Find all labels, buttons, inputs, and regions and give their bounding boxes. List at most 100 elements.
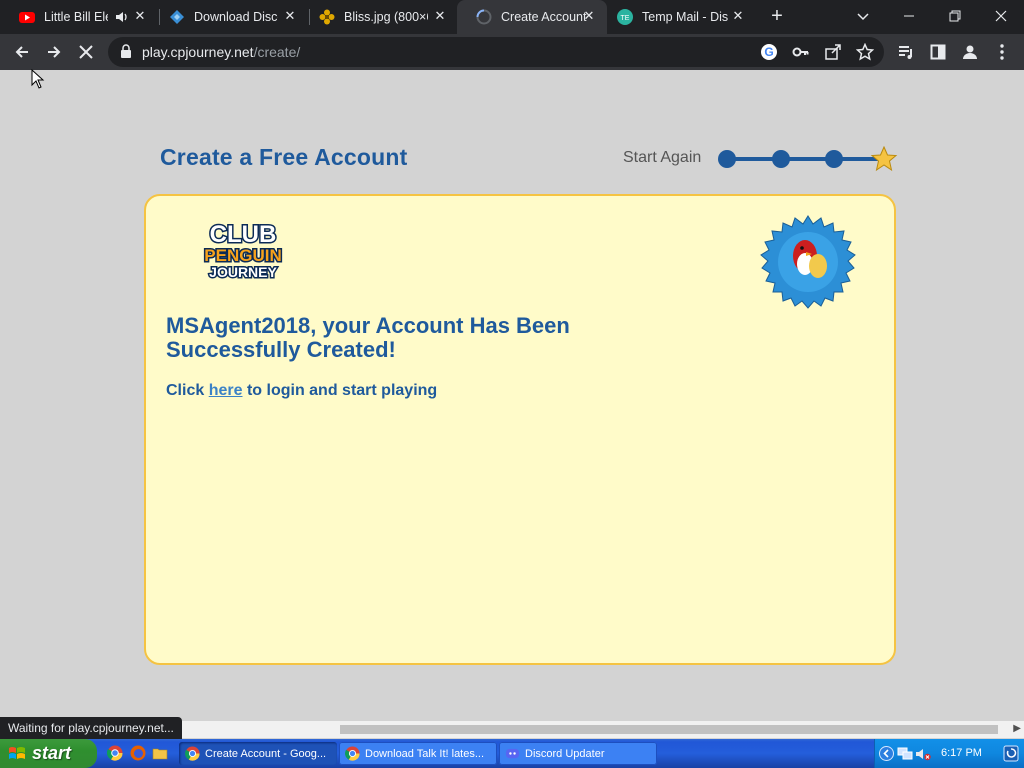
url-host: play.cpjourney.net: [142, 44, 254, 60]
start-label: start: [32, 743, 72, 763]
tab-download-discord[interactable]: Download Disco ✕: [150, 0, 308, 34]
taskbar-item-create-account[interactable]: Create Account - Goog...: [179, 742, 337, 765]
close-window-button[interactable]: [978, 0, 1024, 32]
restore-button[interactable]: [932, 0, 978, 32]
bookmark-star-icon[interactable]: [855, 42, 875, 66]
svg-text:TE: TE: [621, 15, 630, 22]
status-bubble: Waiting for play.cpjourney.net...: [0, 717, 182, 739]
close-tab-icon[interactable]: ✕: [132, 8, 148, 24]
taskbar-item-discord-updater[interactable]: Discord Updater: [499, 742, 657, 765]
menu-button[interactable]: [988, 38, 1016, 66]
speaker-icon[interactable]: [114, 9, 130, 28]
media-control-button[interactable]: [892, 38, 920, 66]
forward-button[interactable]: [40, 38, 68, 66]
close-tab-icon[interactable]: ✕: [282, 8, 298, 24]
task-label: Discord Updater: [525, 747, 605, 760]
kebab-menu-icon: [1000, 44, 1004, 60]
music-list-icon: [899, 46, 912, 59]
volume-muted-icon[interactable]: [915, 746, 931, 762]
tab-strip: Little Bill Ele ✕ Download Disco ✕ Bliss…: [0, 0, 1024, 34]
url-path: /create/: [253, 44, 301, 60]
explorer-folder-icon[interactable]: [152, 745, 168, 761]
signup-progress-indicator: [718, 146, 898, 172]
side-panel-button[interactable]: [924, 38, 952, 66]
system-tray: 6:17 PM: [874, 739, 1024, 768]
club-penguin-journey-logo: CLUB PENGUIN JOURNEY: [203, 220, 283, 280]
scroll-right-arrow-icon[interactable]: ▶: [1013, 723, 1021, 734]
chrome-icon: [345, 746, 360, 761]
progress-star-icon: [870, 146, 898, 172]
share-icon[interactable]: [824, 43, 842, 66]
login-here-link[interactable]: here: [209, 382, 243, 399]
url-text[interactable]: play.cpjourney.net/create/: [142, 44, 300, 60]
back-button[interactable]: [8, 38, 36, 66]
progress-step-2: [772, 150, 790, 168]
close-tab-icon[interactable]: ✕: [581, 8, 597, 24]
close-icon: [995, 10, 1007, 22]
tray-expand-icon[interactable]: [879, 746, 894, 761]
success-heading: MSAgent2018, your Account Has Been Succe…: [166, 313, 570, 362]
discord-icon: [505, 748, 520, 759]
security-shield-icon[interactable]: [1003, 745, 1019, 762]
windows-flag-icon: [9, 747, 25, 759]
stop-loading-button[interactable]: [72, 38, 100, 66]
scrollbar-thumb[interactable]: [340, 725, 998, 734]
tab-title: Download Disco: [194, 10, 278, 24]
stop-x-icon: [79, 45, 93, 59]
tab-title: Little Bill Ele: [44, 10, 108, 24]
restore-icon: [949, 10, 961, 22]
address-bar[interactable]: play.cpjourney.net/create/ G: [108, 37, 884, 67]
key-icon[interactable]: [792, 44, 810, 65]
image-icon: [318, 8, 336, 26]
profile-button[interactable]: [956, 38, 984, 66]
taskbar-item-download-talk-it[interactable]: Download Talk It! lates...: [339, 742, 497, 765]
close-tab-icon[interactable]: ✕: [432, 8, 448, 24]
google-icon[interactable]: G: [760, 43, 778, 66]
chrome-quicklaunch-icon[interactable]: [107, 745, 123, 761]
minimize-button[interactable]: [886, 0, 932, 32]
tab-create-account[interactable]: Create Account ✕: [457, 0, 607, 34]
side-panel-icon: [930, 44, 946, 60]
page-title: Create a Free Account: [160, 144, 408, 170]
new-tab-button[interactable]: +: [754, 0, 800, 32]
page-content: Create a Free Account Start Again CLUB P…: [0, 70, 1024, 720]
browser-toolbar: play.cpjourney.net/create/ G: [0, 34, 1024, 70]
task-label: Create Account - Goog...: [205, 747, 327, 760]
temp-mail-icon: TE: [616, 8, 634, 26]
firefox-quicklaunch-icon[interactable]: [130, 745, 146, 761]
lock-icon[interactable]: [120, 44, 132, 64]
tab-bliss-jpg[interactable]: Bliss.jpg (800×6 ✕: [300, 0, 458, 34]
download-site-icon: [168, 8, 186, 26]
task-label: Download Talk It! lates...: [365, 747, 485, 760]
arrow-left-icon: [15, 46, 28, 58]
login-instruction: Click here to login and start playing: [166, 382, 437, 400]
profile-icon: [963, 45, 977, 59]
start-button[interactable]: start: [0, 739, 97, 768]
svg-text:PENGUIN: PENGUIN: [204, 246, 281, 265]
progress-step-1: [718, 150, 736, 168]
tab-title: Create Account: [501, 10, 587, 24]
minimize-icon: [904, 15, 914, 17]
clock: 6:17 PM: [941, 747, 982, 759]
tab-little-bill[interactable]: Little Bill Ele ✕: [0, 0, 158, 34]
windows-taskbar: start Create Account - Goog... Download …: [0, 739, 1024, 768]
close-tab-icon[interactable]: ✕: [730, 8, 746, 24]
chrome-icon: [185, 746, 200, 761]
tab-search-button[interactable]: [840, 0, 886, 32]
tab-title: Bliss.jpg (800×6: [344, 10, 428, 24]
start-again-link[interactable]: Start Again: [623, 149, 701, 167]
penguin-badge-icon: [760, 215, 856, 309]
youtube-icon: [18, 8, 36, 26]
progress-step-3: [825, 150, 843, 168]
mouse-cursor-icon: [31, 69, 45, 89]
chevron-down-icon: [857, 13, 869, 21]
network-icon[interactable]: [897, 746, 915, 762]
svg-text:G: G: [764, 45, 773, 59]
tab-temp-mail[interactable]: TE Temp Mail - Dis ✕: [598, 0, 756, 34]
loading-spinner-icon: [475, 8, 493, 26]
arrow-right-icon: [48, 46, 61, 58]
success-card: CLUB PENGUIN JOURNEY MSAgent2018, your A…: [144, 194, 896, 665]
svg-text:JOURNEY: JOURNEY: [209, 264, 277, 280]
login-prefix: Click: [166, 382, 205, 399]
login-suffix: to login and start playing: [246, 382, 438, 399]
